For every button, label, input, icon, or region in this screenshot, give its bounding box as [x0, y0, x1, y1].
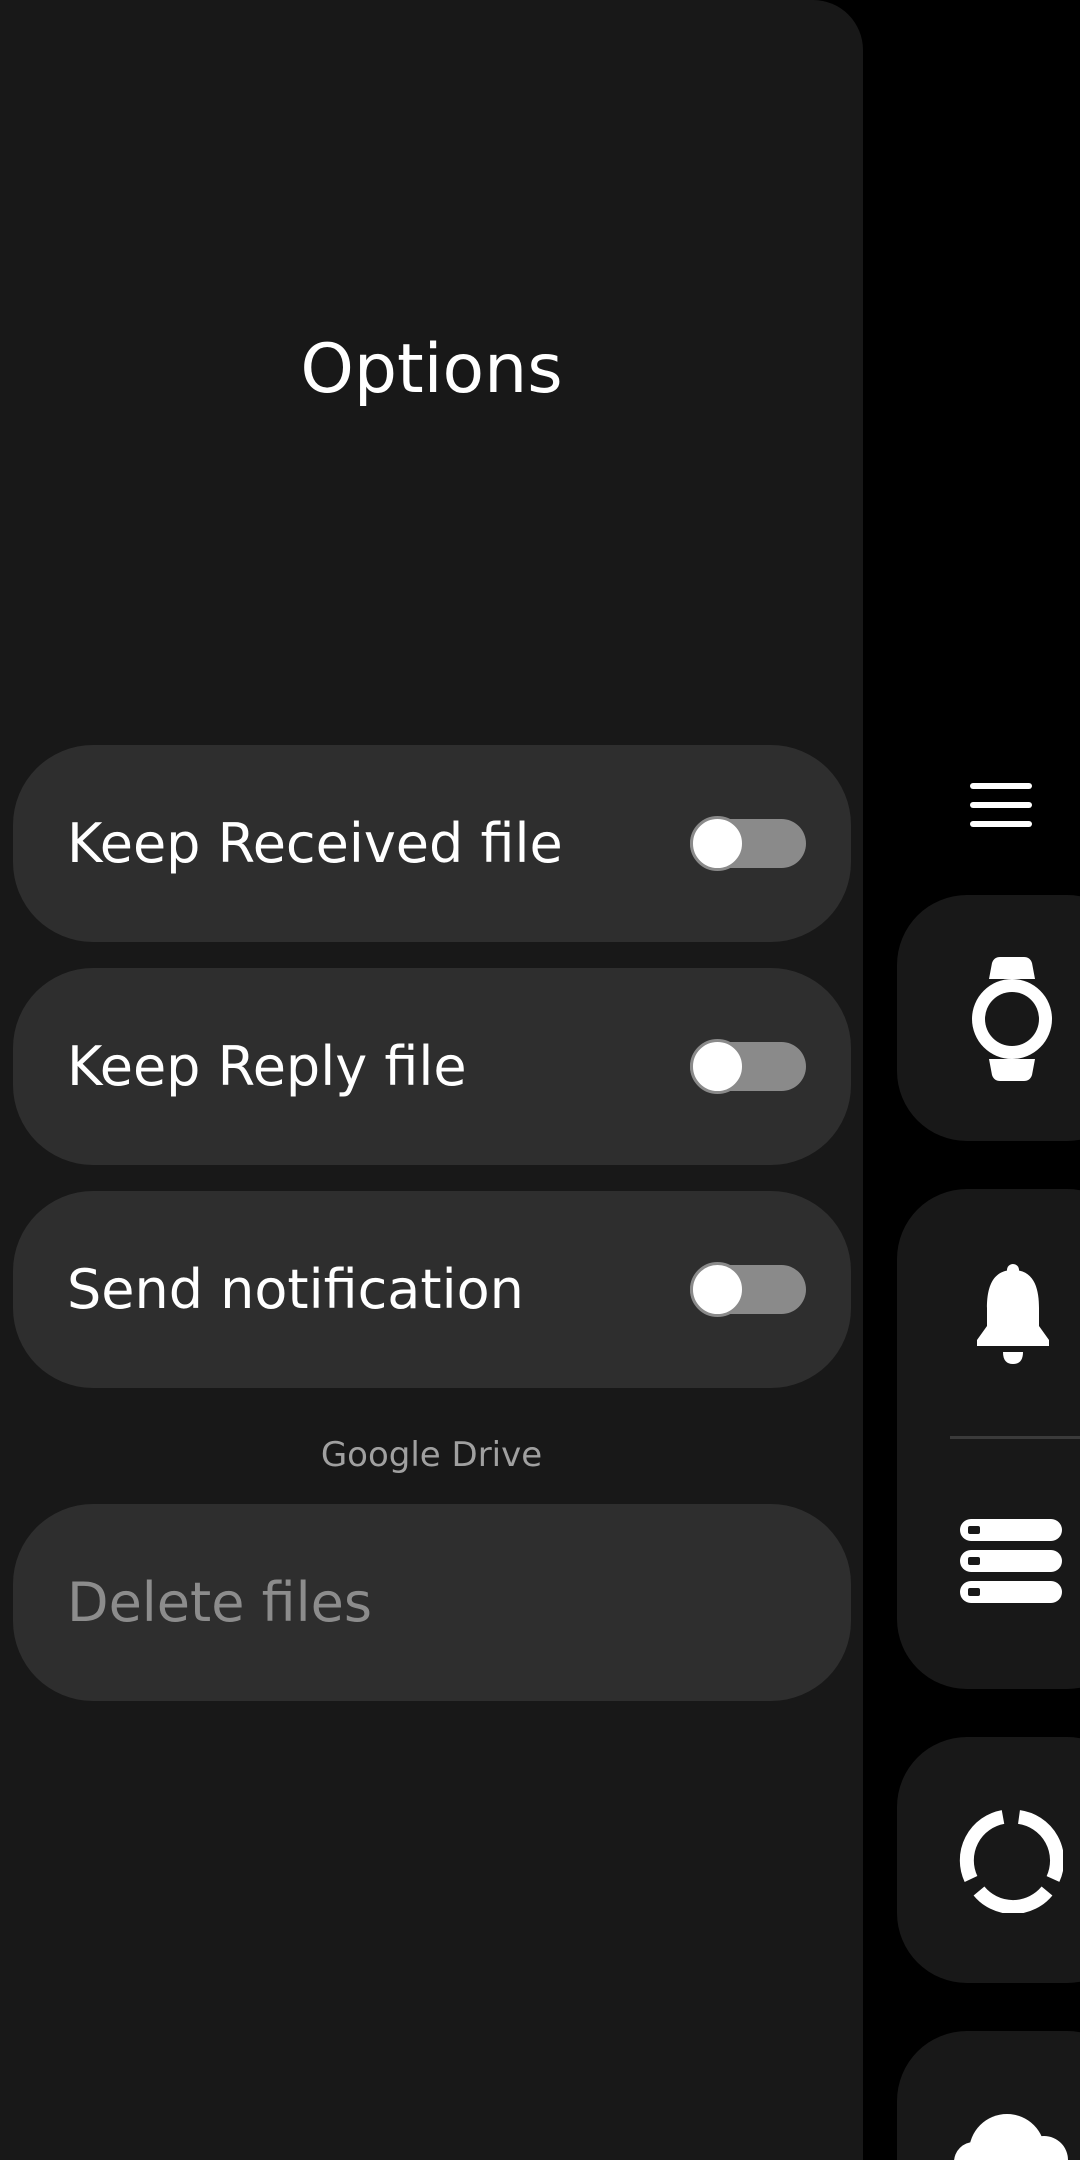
keep-reply-file-toggle[interactable] [676, 1039, 806, 1094]
send-notification-row[interactable]: Send notification [13, 1191, 851, 1388]
notifications-storage-card [897, 1189, 1080, 1689]
menu-icon[interactable] [968, 780, 1034, 830]
watch-card[interactable] [897, 895, 1080, 1141]
keep-received-file-row[interactable]: Keep Received file [13, 745, 851, 942]
rail-divider [950, 1436, 1080, 1439]
delete-files-label: Delete files [67, 1571, 372, 1634]
toggle-knob [690, 1039, 745, 1094]
toggle-knob [690, 816, 745, 871]
keep-received-file-label: Keep Received file [67, 812, 563, 875]
screen: Options Keep Received file Keep Reply fi… [0, 0, 1080, 2160]
storage-icon[interactable] [960, 1519, 1062, 1607]
toggle-knob [690, 1262, 745, 1317]
circle-progress-icon [959, 1809, 1064, 1917]
keep-reply-file-label: Keep Reply file [67, 1035, 467, 1098]
page-title: Options [300, 330, 563, 409]
google-drive-section-header: Google Drive [320, 1435, 543, 1475]
bell-icon[interactable] [975, 1264, 1051, 1368]
cloud-card[interactable] [897, 2031, 1080, 2160]
keep-received-file-toggle[interactable] [676, 816, 806, 871]
keep-reply-file-row[interactable]: Keep Reply file [13, 968, 851, 1165]
delete-files-button[interactable]: Delete files [13, 1504, 851, 1701]
cloud-icon [952, 2110, 1072, 2160]
battery-card[interactable] [897, 1737, 1080, 1983]
send-notification-toggle[interactable] [676, 1262, 806, 1317]
options-panel: Options Keep Received file Keep Reply fi… [0, 0, 863, 2160]
send-notification-label: Send notification [67, 1258, 524, 1321]
watch-icon [972, 957, 1052, 1085]
